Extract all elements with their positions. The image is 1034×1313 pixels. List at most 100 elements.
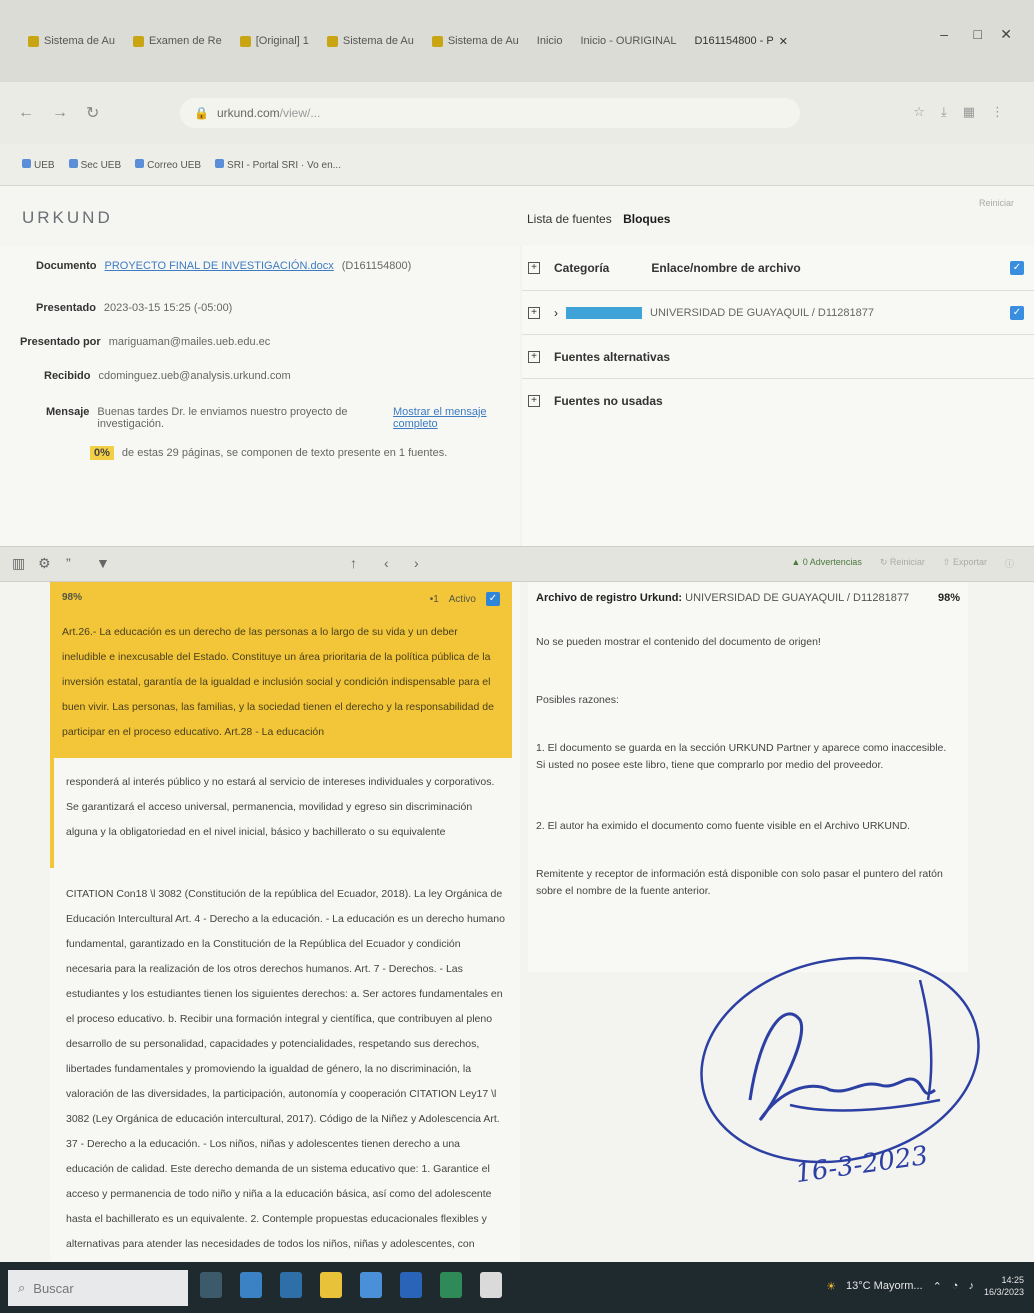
grid-icon[interactable]: ▥ — [12, 555, 25, 572]
back-icon[interactable]: ← — [18, 104, 34, 122]
export-icon: ⇧ — [942, 557, 951, 567]
browser-tab[interactable]: Sistema de Au — [326, 35, 414, 47]
match-counter: •1 — [429, 593, 439, 605]
unused-sources-label: Fuentes no usadas — [554, 393, 663, 408]
export-button[interactable]: ⇧ Exportar — [943, 557, 987, 570]
tab-favicon-icon — [239, 35, 251, 47]
settings-icon[interactable]: ⚙ — [38, 555, 51, 572]
source-row[interactable]: + › UNIVERSIDAD DE GUAYAQUIL / D11281877… — [522, 290, 1034, 334]
warnings-button[interactable]: ▲ 0 Advertencias — [791, 557, 861, 570]
store-icon[interactable] — [280, 1272, 302, 1298]
file-explorer-icon[interactable] — [320, 1272, 342, 1298]
help-icon[interactable]: ⓘ — [1005, 557, 1014, 570]
meta-label: Presentado por — [20, 336, 101, 348]
app-header: URKUND Lista de fuentes Bloques Reinicia… — [0, 186, 1034, 246]
bookmark-item[interactable]: SRI - Portal SRI · Vo en... — [215, 158, 341, 171]
bookmark-favicon-icon — [215, 158, 225, 168]
taskbar-search[interactable]: ⌕ Buscar — [8, 1270, 188, 1306]
match-block[interactable]: 98% •1 Activo ✓ Art.26.- La educación es… — [50, 582, 512, 758]
source-name: UNIVERSIDAD DE GUAYAQUIL / D11281877 — [650, 306, 874, 319]
reload-icon[interactable]: ↻ — [86, 103, 99, 123]
close-window-icon[interactable]: ✕ — [1000, 26, 1012, 43]
maximize-icon[interactable]: □ — [974, 26, 982, 42]
active-checkbox[interactable]: ✓ — [486, 592, 500, 606]
matched-text: Art.26.- La educación es un derecho de l… — [62, 626, 494, 738]
chrome-icon[interactable] — [480, 1272, 502, 1298]
search-icon: ⌕ — [18, 1280, 26, 1295]
tab-bloques[interactable]: Bloques — [623, 212, 670, 226]
weather-text[interactable]: 13°C Mayorm... — [846, 1280, 923, 1292]
next-icon[interactable]: › — [414, 555, 419, 571]
task-view-icon[interactable] — [200, 1272, 222, 1298]
menu-icon[interactable]: ⋮ — [991, 104, 1004, 120]
wifi-icon[interactable]: ◔ — [952, 1280, 959, 1292]
expand-icon[interactable]: + — [528, 306, 540, 319]
bookmark-label: SRI - Portal SRI · Vo en... — [227, 159, 341, 171]
document-link[interactable]: PROYECTO FINAL DE INVESTIGACIÓN.docx — [105, 260, 334, 272]
previous-icon[interactable]: ‹ — [384, 555, 389, 571]
clock-time: 14:25 — [1001, 1275, 1024, 1285]
extension-icon[interactable]: ▦ — [963, 104, 975, 120]
browser-tab-active[interactable]: D161154800 - P ✕ — [694, 35, 788, 48]
clock[interactable]: 14:25 16/3/2023 — [984, 1274, 1024, 1298]
bookmark-item[interactable]: Sec UEB — [68, 158, 121, 171]
reset-button[interactable]: ↻ Reiniciar — [880, 557, 925, 570]
mail-icon[interactable] — [360, 1272, 382, 1298]
excel-icon[interactable] — [440, 1272, 462, 1298]
word-icon[interactable] — [400, 1272, 422, 1298]
show-full-message-link[interactable]: Mostrar el mensaje completo — [393, 406, 520, 430]
viewer-toolbar: ▥ ⚙ ” ▼ ↑ ‹ › ▲ 0 Advertencias ↻ Reinici… — [0, 546, 1034, 582]
quote-icon[interactable]: ” — [66, 555, 71, 571]
expand-icon[interactable]: + — [528, 394, 540, 407]
bookmark-item[interactable]: UEB — [22, 158, 55, 171]
unused-sources-row[interactable]: + Fuentes no usadas — [522, 378, 1034, 422]
column-enlace: Enlace/nombre de archivo — [651, 261, 801, 275]
expand-icon[interactable]: + — [528, 350, 540, 363]
meta-documento-row: Documento PROYECTO FINAL DE INVESTIGACIÓ… — [36, 260, 411, 272]
bookmark-star-icon[interactable]: ☆ — [913, 104, 925, 120]
meta-presentado-row: Presentado 2023-03-15 15:25 (-05:00) — [36, 302, 232, 314]
meta-value: Buenas tardes Dr. le enviamos nuestro pr… — [97, 406, 348, 430]
bookmark-icon[interactable]: ▼ — [96, 555, 110, 571]
sources-header-row: + Categoría Enlace/nombre de archivo ✓ — [522, 246, 1034, 290]
arrow-up-icon[interactable]: ↑ — [350, 555, 357, 571]
chevron-up-icon[interactable]: ⌃ — [933, 1280, 942, 1293]
match-header: 98% •1 Activo ✓ — [62, 592, 500, 606]
browser-tab[interactable]: [Original] 1 — [239, 35, 309, 47]
browser-tab[interactable]: Sistema de Au — [431, 35, 519, 47]
bookmark-favicon-icon — [68, 158, 78, 168]
browser-tab[interactable]: Examen de Re — [132, 35, 222, 47]
expand-icon[interactable]: + — [528, 262, 540, 274]
origin-message: 2. El autor ha eximido el documento como… — [536, 820, 911, 832]
source-checkbox[interactable]: ✓ — [1010, 305, 1024, 320]
browser-tab[interactable]: Sistema de Au — [28, 35, 115, 47]
minimize-icon[interactable]: – — [940, 26, 948, 42]
volume-icon[interactable]: ♪ — [968, 1280, 974, 1292]
chevron-right-icon[interactable]: › — [554, 306, 558, 320]
address-bar-row: ← → ↻ 🔒 urkund.com/view/... ☆ ⤓ ▦ ⋮ — [0, 82, 1034, 144]
url-path: /view/... — [279, 106, 321, 120]
browser-tab-bar: Sistema de Au Examen de Re [Original] 1 … — [0, 0, 1034, 82]
select-all-checkbox[interactable]: ✓ — [1010, 261, 1024, 275]
browser-tab[interactable]: Inicio — [537, 35, 563, 47]
tab-label: Inicio — [536, 35, 563, 47]
bookmark-favicon-icon — [135, 158, 145, 168]
origin-percentage: 98% — [937, 592, 960, 604]
forward-icon[interactable]: → — [52, 104, 68, 122]
tab-label: Sistema de Au — [44, 35, 115, 47]
browser-tab[interactable]: Inicio - OURIGINAL — [580, 35, 676, 47]
bookmark-label: Correo UEB — [147, 159, 202, 171]
close-tab-icon[interactable]: ✕ — [779, 35, 788, 48]
match-indicator-bar — [50, 758, 54, 868]
url-input[interactable]: 🔒 urkund.com/view/... — [180, 98, 800, 128]
alternative-sources-row[interactable]: + Fuentes alternativas — [522, 334, 1034, 378]
edge-icon[interactable] — [240, 1272, 262, 1298]
reset-link[interactable]: Reiniciar — [979, 198, 1014, 208]
similarity-badge: 0% — [90, 446, 114, 460]
download-icon[interactable]: ⤓ — [941, 104, 947, 120]
meta-value: mariguaman@mailes.ueb.edu.ec — [108, 336, 271, 348]
tab-lista-de-fuentes[interactable]: Lista de fuentes — [527, 212, 612, 226]
bookmark-item[interactable]: Correo UEB — [135, 158, 202, 171]
source-origin-panel: Archivo de registro Urkund: UNIVERSIDAD … — [528, 582, 968, 972]
export-label: Exportar — [952, 557, 987, 567]
